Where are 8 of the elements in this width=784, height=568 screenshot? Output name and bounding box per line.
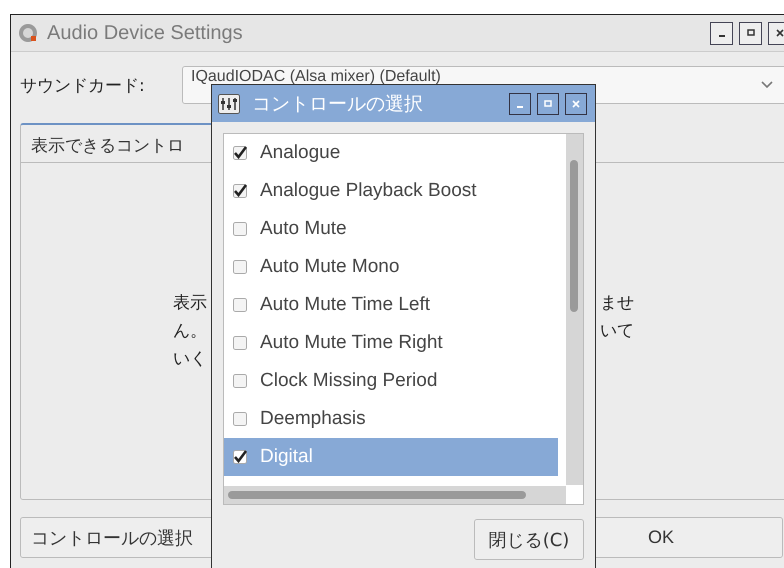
message-text: ん。 <box>173 320 207 343</box>
dialog-title: コントロールの選択 <box>252 92 424 116</box>
sound-card-label: サウンドカード: <box>20 74 146 96</box>
message-text: いて <box>600 320 634 343</box>
message-text: いく <box>173 348 207 371</box>
message-text: 表示 <box>173 292 207 315</box>
message-text: ませ <box>600 292 634 315</box>
window-title: Audio Device Settings <box>47 22 244 44</box>
